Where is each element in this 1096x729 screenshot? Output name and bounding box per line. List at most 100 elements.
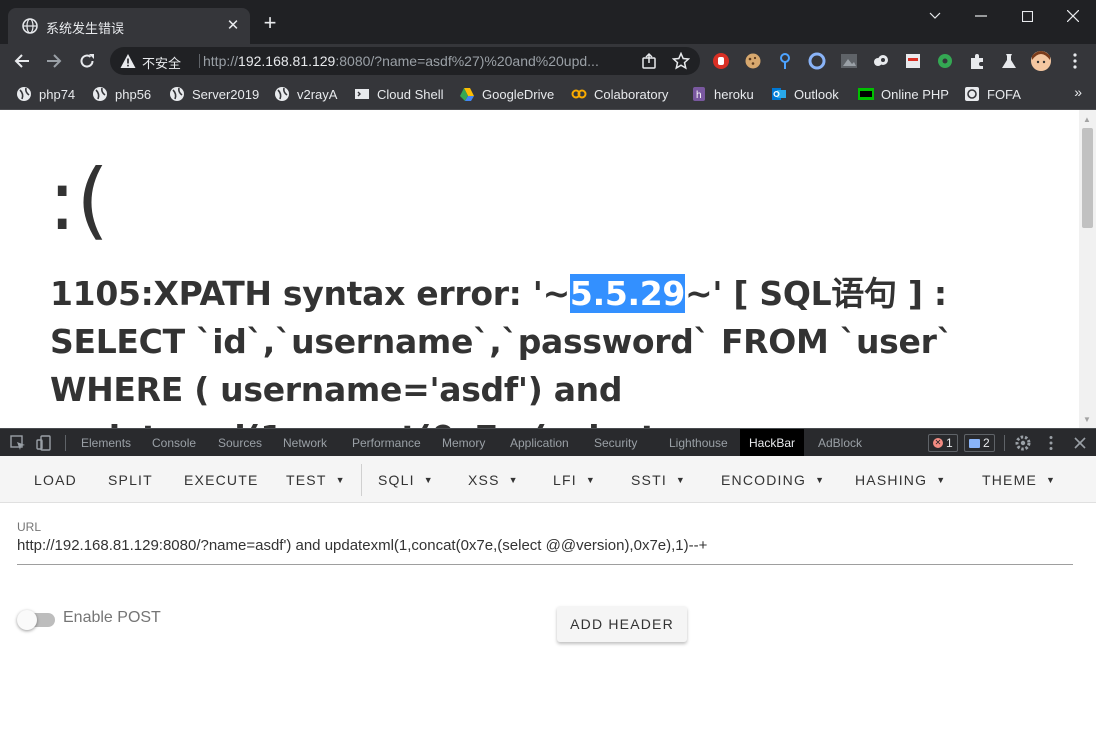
pin-extension-icon[interactable] [776, 52, 794, 70]
scroll-up-icon[interactable]: ▲ [1083, 115, 1091, 124]
bookmark-label: FOFA [987, 86, 1021, 102]
message-count-badge[interactable]: 2 [964, 434, 995, 452]
star-icon[interactable] [672, 52, 690, 70]
error-icon: ✕ [933, 438, 943, 448]
hackbar-panel: LOAD SPLIT EXECUTE TEST ▼ SQLI ▼ XSS ▼ LFI ▼… [0, 456, 1096, 729]
tab-application[interactable]: Application [510, 429, 569, 457]
svg-text:h: h [696, 90, 702, 101]
bookmark-label: Online PHP [881, 86, 949, 102]
test-menu[interactable]: TEST ▼ [286, 472, 346, 488]
terminal-extension-icon[interactable] [904, 52, 922, 70]
kebab-menu-icon[interactable] [1042, 434, 1060, 452]
devtools-tabbar: Elements Console Sources Network Perform… [0, 428, 1096, 457]
warning-icon[interactable] [120, 53, 136, 69]
flask-icon[interactable] [1000, 52, 1018, 70]
lfi-menu[interactable]: LFI ▼ [553, 472, 596, 488]
error-count-badge[interactable]: ✕ 1 [928, 434, 958, 452]
bookmark-label: v2rayA [297, 86, 338, 102]
tab-lighthouse[interactable]: Lighthouse [669, 429, 728, 457]
image-extension-icon[interactable] [840, 52, 858, 70]
heroku-icon: h [693, 87, 705, 101]
scrollbar-thumb[interactable] [1082, 128, 1093, 228]
tab-console[interactable]: Console [152, 429, 196, 457]
bookmark-item[interactable]: h heroku [691, 85, 754, 103]
xss-menu[interactable]: XSS ▼ [468, 472, 519, 488]
theme-menu[interactable]: THEME ▼ [982, 472, 1056, 488]
inspect-element-icon[interactable] [9, 434, 27, 452]
url-text[interactable]: http://192.168.81.129:8080/?name=asdf%27… [203, 53, 633, 69]
devtools-separator [65, 435, 66, 451]
gear-icon[interactable] [1014, 434, 1032, 452]
insecure-label[interactable]: 不安全 [142, 53, 181, 72]
ssti-menu[interactable]: SSTI ▼ [631, 472, 686, 488]
scroll-down-icon[interactable]: ▼ [1083, 415, 1091, 424]
encoding-label: ENCODING [721, 472, 807, 488]
tab-memory[interactable]: Memory [442, 429, 485, 457]
kebab-menu-icon[interactable] [1066, 52, 1084, 70]
sqli-menu[interactable]: SQLI ▼ [378, 472, 434, 488]
caret-down-icon: ▼ [675, 475, 687, 485]
tab-close-icon[interactable]: ✕ [224, 17, 242, 35]
sqli-label: SQLI [378, 472, 415, 488]
tab-security[interactable]: Security [594, 429, 637, 457]
load-button[interactable]: LOAD [34, 472, 77, 488]
cookie-extension-icon[interactable] [744, 52, 762, 70]
puzzle-icon[interactable] [968, 52, 986, 70]
tab-adblock[interactable]: AdBlock [818, 429, 862, 457]
outlook-icon [772, 88, 786, 100]
add-header-button[interactable]: ADD HEADER [557, 606, 687, 642]
tab-elements[interactable]: Elements [81, 429, 131, 457]
tab-hackbar[interactable]: HackBar [740, 429, 805, 457]
bookmark-label: heroku [714, 86, 754, 102]
execute-button[interactable]: EXECUTE [184, 472, 259, 488]
bookmark-item[interactable]: Server2019 [169, 85, 259, 103]
browser-window: 系统发生错误 ✕ + 不安全 http://192.168.81.129:808… [0, 0, 1096, 729]
bookmark-item[interactable]: Outlook [771, 85, 839, 103]
split-button[interactable]: SPLIT [108, 472, 153, 488]
forward-button[interactable] [42, 49, 66, 73]
cloud-extension-icon[interactable] [872, 52, 890, 70]
maximize-icon[interactable] [1004, 0, 1050, 32]
menu-divider [361, 464, 362, 496]
hand-stop-extension-icon[interactable] [712, 52, 730, 70]
close-icon[interactable] [1050, 0, 1096, 32]
globe-icon [17, 87, 31, 101]
url-path: :8080/?name=asdf%27)%20and%20upd... [335, 53, 599, 69]
bookmark-item[interactable]: Colaboratory [571, 85, 668, 103]
google-drive-icon [460, 88, 474, 101]
back-button[interactable] [10, 49, 34, 73]
tab-sources[interactable]: Sources [218, 429, 262, 457]
gear-extension-icon[interactable] [936, 52, 954, 70]
selected-version-text: 5.5.29 [569, 274, 686, 313]
address-bar[interactable]: 不安全 http://192.168.81.129:8080/?name=asd… [110, 47, 700, 75]
share-icon[interactable] [640, 52, 658, 70]
enable-post-toggle[interactable] [17, 609, 55, 631]
bookmark-item[interactable]: FOFA [964, 85, 1021, 103]
bookmark-item[interactable]: v2rayA [274, 85, 337, 103]
tab-network[interactable]: Network [283, 429, 327, 457]
avatar[interactable] [1030, 50, 1052, 72]
tab-title: 系统发生错误 [46, 22, 125, 37]
page-scrollbar[interactable]: ▲ ▼ [1079, 110, 1096, 428]
encoding-menu[interactable]: ENCODING ▼ [721, 472, 825, 488]
hackbar-menu: LOAD SPLIT EXECUTE TEST ▼ SQLI ▼ XSS ▼ LFI ▼… [0, 456, 1096, 503]
bookmark-item[interactable]: Cloud Shell [354, 85, 444, 103]
tab-performance[interactable]: Performance [352, 429, 421, 457]
hashing-menu[interactable]: HASHING ▼ [855, 472, 946, 488]
bookmark-item[interactable]: php74 [16, 85, 75, 103]
browser-tab[interactable]: 系统发生错误 ✕ [8, 8, 250, 44]
bookmark-item[interactable]: Online PHP [858, 85, 949, 103]
minimize-icon[interactable] [958, 0, 1004, 32]
bookmarks-overflow-icon[interactable]: » [1074, 84, 1082, 100]
bookmark-item[interactable]: php56 [92, 85, 151, 103]
close-devtools-icon[interactable] [1071, 434, 1089, 452]
bookmark-item[interactable]: GoogleDrive [459, 85, 554, 103]
device-toolbar-icon[interactable] [35, 434, 53, 452]
tab-strip: 系统发生错误 ✕ + [0, 0, 1096, 44]
bookmark-label: Server2019 [192, 86, 260, 102]
chevron-down-icon[interactable] [912, 0, 958, 32]
circle-extension-icon[interactable] [808, 52, 826, 70]
reload-button[interactable] [75, 49, 99, 73]
new-tab-button[interactable]: + [258, 12, 282, 36]
url-input[interactable]: http://192.168.81.129:8080/?name=asdf') … [17, 537, 1073, 565]
